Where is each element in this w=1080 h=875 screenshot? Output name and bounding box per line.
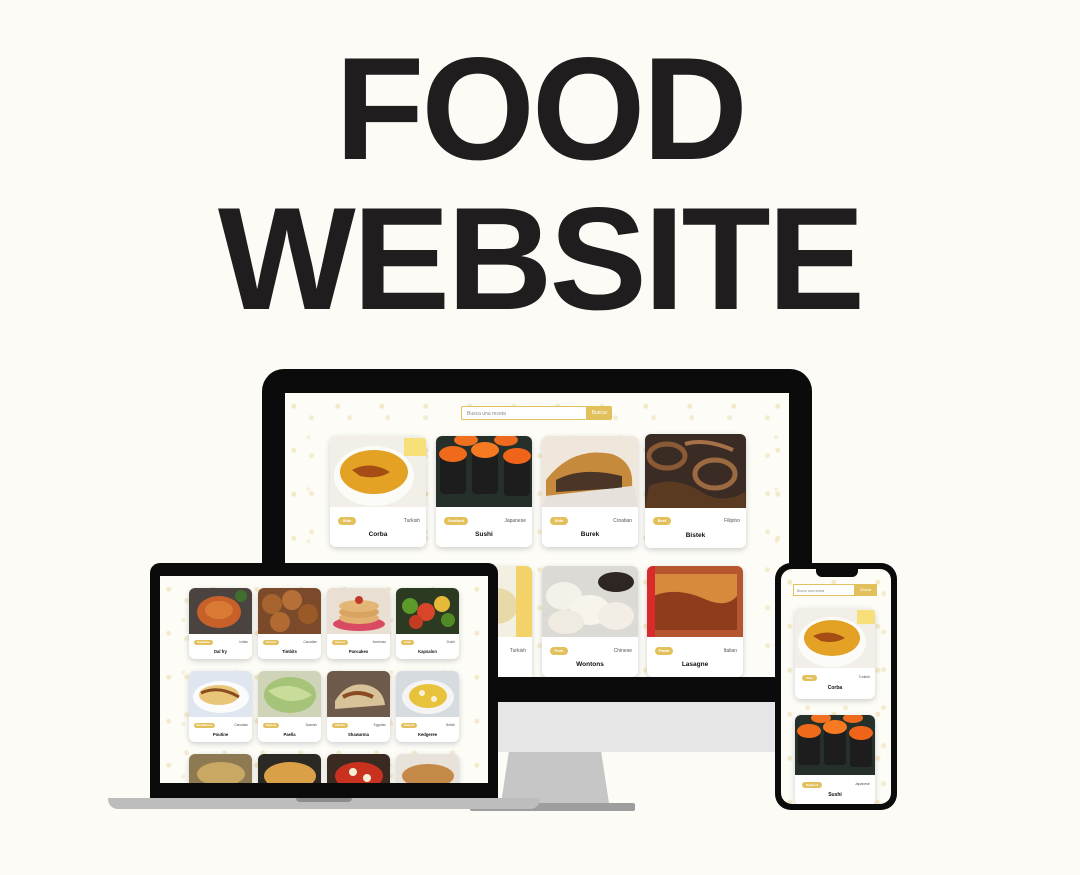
recipe-card[interactable]: Lamb Dutch Kapsalon: [396, 588, 459, 659]
recipe-photo: [436, 436, 532, 507]
category-tag: Seafood: [401, 723, 417, 728]
laptop-screen: Vegetarian Indian Dal fry Dessert Canadi…: [160, 576, 488, 783]
category-tag: Seafood: [444, 517, 468, 525]
recipe-title: Paella: [283, 732, 296, 737]
recipe-card[interactable]: Dessert Canadian Timbits: [258, 588, 321, 659]
recipe-photo: [258, 671, 321, 717]
phone-screen: Busca una receta Buscar Side Turkish Cor…: [781, 569, 891, 804]
origin-label: Japanese: [854, 782, 870, 786]
recipe-photo: [647, 566, 743, 637]
recipe-card[interactable]: Seafood Japanese Sushi: [436, 436, 532, 547]
origin-label: Indian: [239, 640, 248, 644]
headline-food: FOOD: [335, 27, 748, 190]
recipe-card[interactable]: Side Croatian Burek: [542, 436, 638, 547]
recipe-title: Shawarma: [348, 732, 369, 737]
category-tag: Side: [550, 517, 568, 525]
recipe-title: Lasagne: [681, 661, 709, 668]
recipe-title: Kapsalon: [418, 649, 437, 654]
recipe-card[interactable]: Pork Chinese Wontons: [542, 566, 638, 677]
recipe-card[interactable]: [258, 754, 321, 783]
recipe-card[interactable]: Side Turkish Corba: [330, 436, 426, 547]
recipe-card[interactable]: [189, 754, 252, 783]
headline-website: WEBSITE: [217, 177, 865, 340]
origin-label: Filipino: [724, 518, 740, 524]
recipe-photo: [327, 754, 390, 783]
origin-label: Croatian: [613, 518, 632, 524]
origin-label: Egyptian: [373, 723, 386, 727]
recipe-title: Dal fry: [213, 649, 228, 654]
category-tag: Side: [338, 517, 356, 525]
recipe-title: Poutine: [212, 732, 229, 737]
category-tag: Side: [802, 675, 817, 681]
recipe-photo: [330, 436, 426, 507]
origin-label: Canadian: [234, 723, 248, 727]
recipe-photo: [189, 754, 252, 783]
origin-label: Japanese: [504, 518, 526, 524]
category-tag: Dessert: [332, 640, 348, 645]
origin-label: Turkish: [509, 648, 526, 654]
recipe-title: Sushi: [475, 531, 493, 538]
recipe-title: Burek: [580, 531, 600, 538]
recipe-card[interactable]: Miscellaneous Canadian Poutine: [189, 671, 252, 742]
recipe-title: Timbits: [282, 649, 297, 654]
search-button[interactable]: Buscar: [855, 584, 877, 596]
origin-label: Spanish: [305, 723, 317, 727]
recipe-card[interactable]: Seafood Japanese Sushi: [795, 715, 875, 804]
recipe-title: Pancakes: [348, 649, 369, 654]
recipe-photo: [396, 671, 459, 717]
recipe-title: Bistek: [685, 532, 706, 539]
recipe-photo: [396, 754, 459, 783]
recipe-title: Sushi: [828, 792, 842, 798]
recipe-title: Kedgeree: [417, 732, 438, 737]
recipe-photo: [258, 754, 321, 783]
recipe-card[interactable]: [396, 754, 459, 783]
origin-label: Italian: [723, 648, 737, 654]
recipe-card[interactable]: Dessert American Pancakes: [327, 588, 390, 659]
recipe-card[interactable]: Pasta Italian Lasagne: [647, 566, 743, 677]
origin-label: Turkish: [858, 675, 870, 679]
category-tag: Seafood: [802, 782, 822, 788]
phone-notch: [816, 569, 858, 577]
category-tag: Chicken: [332, 723, 348, 728]
recipe-title: Wontons: [576, 661, 604, 668]
recipe-card[interactable]: [327, 754, 390, 783]
category-tag: Pork: [550, 647, 568, 655]
category-tag: Miscellaneous: [194, 723, 215, 728]
recipe-card[interactable]: Chicken Egyptian Shawarma: [327, 671, 390, 742]
origin-label: Canadian: [303, 640, 317, 644]
category-tag: Beef: [653, 517, 671, 525]
recipe-photo: [795, 715, 875, 775]
recipe-photo: [189, 671, 252, 717]
recipe-card[interactable]: Side Turkish Corba: [795, 608, 875, 699]
origin-label: British: [446, 723, 455, 727]
recipe-photo: [542, 436, 638, 507]
recipe-photo: [258, 588, 321, 634]
category-tag: Lamb: [401, 640, 414, 645]
category-tag: Vegetarian: [194, 640, 213, 645]
origin-label: American: [372, 640, 386, 644]
origin-label: Chinese: [613, 648, 632, 654]
category-tag: Pasta: [655, 647, 673, 655]
recipe-photo: [327, 671, 390, 717]
recipe-title: Corba: [827, 685, 843, 691]
recipe-card[interactable]: Beef Filipino Bistek: [645, 434, 746, 548]
recipe-photo: [645, 434, 746, 508]
category-tag: Seafood: [263, 723, 279, 728]
recipe-photo: [189, 588, 252, 634]
recipe-photo: [542, 566, 638, 637]
recipe-card[interactable]: Seafood Spanish Paella: [258, 671, 321, 742]
search-button[interactable]: Buscar: [587, 406, 612, 420]
category-tag: Dessert: [263, 640, 279, 645]
origin-label: Dutch: [446, 640, 455, 644]
recipe-card[interactable]: Seafood British Kedgeree: [396, 671, 459, 742]
recipe-photo: [327, 588, 390, 634]
recipe-photo: [795, 608, 875, 668]
search-input[interactable]: Busca una receta: [461, 406, 587, 420]
origin-label: Turkish: [403, 518, 420, 524]
recipe-card[interactable]: Vegetarian Indian Dal fry: [189, 588, 252, 659]
laptop-notch: [296, 798, 352, 802]
recipe-photo: [396, 588, 459, 634]
search-input[interactable]: Busca una receta: [793, 584, 855, 596]
recipe-title: Corba: [368, 531, 388, 538]
